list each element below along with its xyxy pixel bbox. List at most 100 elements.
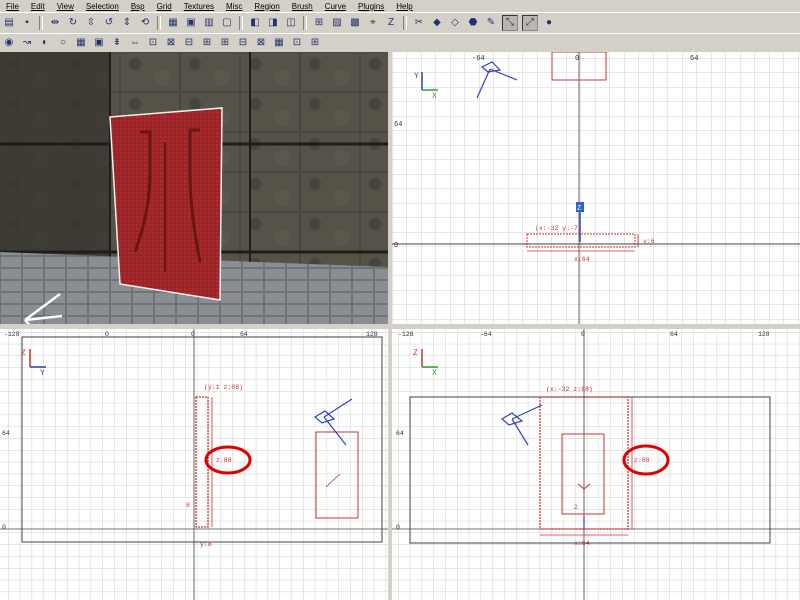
brush-icon[interactable]: ✎: [484, 16, 498, 30]
menu-plugins[interactable]: Plugins: [352, 2, 390, 11]
tick-label: 64: [396, 430, 404, 437]
menu-file[interactable]: File: [0, 2, 25, 11]
toolbar-separator: [303, 16, 307, 30]
flip-z-icon[interactable]: ⇕: [120, 16, 134, 30]
select-inside-icon[interactable]: ▢: [220, 16, 234, 30]
tick-label: 0: [575, 55, 579, 63]
tick-label: 64: [2, 430, 10, 437]
invert-icon[interactable]: ⊞: [200, 36, 214, 50]
tick-label: 64: [394, 121, 402, 129]
menu-region[interactable]: Region: [248, 2, 285, 11]
horizontal-splitter[interactable]: [0, 324, 800, 329]
axis-v-label: Z: [413, 349, 418, 358]
hollow-icon[interactable]: ◫: [284, 16, 298, 30]
xy-top-view[interactable]: -64 0 64 64 0 Y X Z (x:-32 y:-7) y:6 x:6…: [392, 52, 800, 324]
split-icon[interactable]: ⊠: [164, 36, 178, 50]
brush-width-label: x:64: [574, 256, 590, 263]
menu-edit[interactable]: Edit: [25, 2, 51, 11]
natural-icon[interactable]: ▦: [272, 36, 286, 50]
menu-view[interactable]: View: [51, 2, 80, 11]
select-touching-icon[interactable]: ▣: [184, 16, 198, 30]
change-views-icon[interactable]: ⊞: [312, 16, 326, 30]
axis-v-label: Y: [414, 72, 419, 81]
menu-selection[interactable]: Selection: [80, 2, 125, 11]
redisperse-icon[interactable]: ⇔: [128, 36, 142, 50]
brush-position-label: (x:-32 z:88): [546, 386, 593, 393]
cap-icon[interactable]: ○: [56, 36, 70, 50]
menu-grid[interactable]: Grid: [151, 2, 178, 11]
brush-bottom-label: y:8: [200, 541, 212, 548]
overlay-icon[interactable]: ⊠: [254, 36, 268, 50]
tick-label: 0: [581, 331, 585, 338]
csg-merge-icon[interactable]: ◨: [266, 16, 280, 30]
menu-bsp[interactable]: Bsp: [125, 2, 151, 11]
thicken-icon[interactable]: ⇟: [110, 36, 124, 50]
show-paths-icon[interactable]: ↝: [20, 36, 34, 50]
tick-label: 0: [105, 331, 109, 338]
matrix-icon[interactable]: ▦: [74, 36, 88, 50]
toolbar-separator: [157, 16, 161, 30]
door-brush[interactable]: [109, 107, 223, 301]
brush-position-label: (y:1 z:88): [204, 384, 243, 391]
tick-label: 128: [758, 331, 770, 338]
entity-icon[interactable]: Z: [384, 16, 398, 30]
cap-cycle-icon[interactable]: ⊟: [182, 36, 196, 50]
point-icon[interactable]: ●: [542, 16, 556, 30]
brush-height-label: z:88: [634, 457, 650, 464]
brush-bottom-label: 2: [574, 504, 578, 511]
menu-curve[interactable]: Curve: [319, 2, 352, 11]
delete-row-icon[interactable]: ⊟: [236, 36, 250, 50]
drag-vertices-icon[interactable]: ◇: [448, 16, 462, 30]
drag-edges-icon[interactable]: ◆: [430, 16, 444, 30]
toolbar-separator: [403, 16, 407, 30]
brush-depth-label: y:6: [643, 238, 655, 245]
yz-side-view[interactable]: -128 0 0 64 128 64 0 Z Y (y:1 z:88) z:88…: [0, 329, 388, 600]
main-toolbar: ▤ ▪ ⇹ ↻ ⇳ ↺ ⇕ ⟲ ▦ ▣ ▥ ▢ ◧ ◨ ◫ ⊞ ▨ ▩ ⌖ Z ✂ ◆ ◇ ⬣ ✎ ⤡ ⤢ ●: [0, 12, 800, 34]
brush-height-label: z:88: [216, 457, 232, 464]
brush-position-label: (x:-32 y:-7): [535, 225, 582, 232]
menu-bar: File Edit View Selection Bsp Grid Textur…: [0, 0, 800, 12]
flip-y-icon[interactable]: ⇳: [84, 16, 98, 30]
clipper-icon[interactable]: ✂: [412, 16, 426, 30]
menu-misc[interactable]: Misc: [220, 2, 248, 11]
camera-view[interactable]: [0, 52, 388, 324]
menu-textures[interactable]: Textures: [178, 2, 220, 11]
camera-move-icon[interactable]: ⌖: [366, 16, 380, 30]
rotate-z-icon[interactable]: ⟲: [138, 16, 152, 30]
select-complete-tall-icon[interactable]: ▦: [166, 16, 180, 30]
tick-label: 0: [2, 524, 6, 531]
menu-help[interactable]: Help: [390, 2, 418, 11]
patch-select-icon[interactable]: ◉: [2, 36, 16, 50]
flip-x-icon[interactable]: ⇹: [48, 16, 62, 30]
save-icon[interactable]: ▪: [20, 16, 34, 30]
tick-label: 64: [240, 331, 248, 338]
rotate-y-icon[interactable]: ↺: [102, 16, 116, 30]
texture-lock-icon[interactable]: ⊞: [308, 36, 322, 50]
tick-label: -128: [398, 331, 414, 338]
tick-label: -64: [480, 331, 492, 338]
texture-view-icon[interactable]: ▨: [330, 16, 344, 30]
patch-icon[interactable]: ⬣: [466, 16, 480, 30]
entity-z-label: Z: [577, 205, 581, 213]
menu-brush[interactable]: Brush: [286, 2, 319, 11]
weld-icon[interactable]: ⊡: [146, 36, 160, 50]
select-entity-icon[interactable]: ⤡: [502, 15, 518, 31]
scale-icon[interactable]: ⤢: [522, 15, 538, 31]
fit-icon[interactable]: ⊡: [290, 36, 304, 50]
xz-front-view[interactable]: -128 -64 0 64 128 64 0 Z X (x:-32 z:88) …: [392, 329, 800, 600]
axis-h-label: Y: [40, 369, 45, 378]
tick-label: 64: [690, 55, 698, 63]
toolbar-separator: [39, 16, 43, 30]
csg-subtract-icon[interactable]: ◧: [248, 16, 262, 30]
axis-h-label: X: [432, 92, 437, 101]
cubic-clip-icon[interactable]: ▩: [348, 16, 362, 30]
drill-icon[interactable]: ▣: [92, 36, 106, 50]
open-folder-icon[interactable]: ▤: [2, 16, 16, 30]
tick-label: 0: [191, 331, 195, 338]
tick-label: -128: [4, 331, 20, 338]
insert-row-icon[interactable]: ⊞: [218, 36, 232, 50]
brush-left-label: 8: [186, 502, 190, 509]
rotate-x-icon[interactable]: ↻: [66, 16, 80, 30]
bend-icon[interactable]: ◐: [38, 36, 52, 50]
select-partial-tall-icon[interactable]: ▥: [202, 16, 216, 30]
